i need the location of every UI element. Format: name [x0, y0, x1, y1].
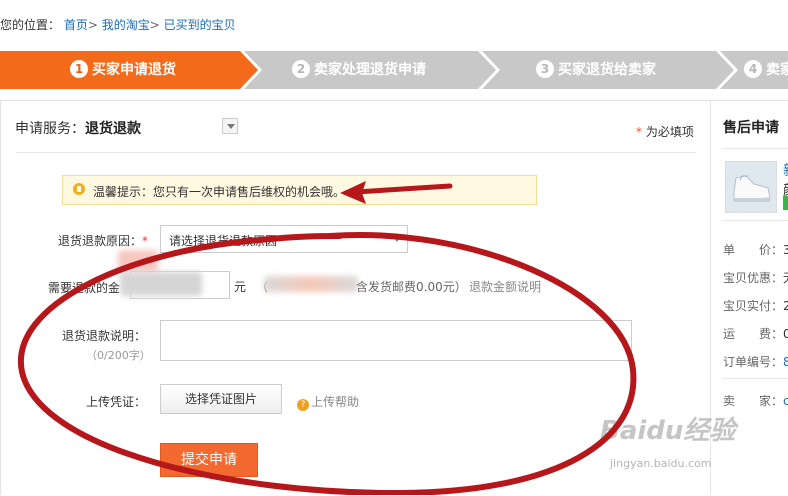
- service-row: 申请服务：退货退款: [15, 118, 141, 138]
- service-label: 申请服务：: [15, 121, 85, 137]
- breadcrumb-my-taobao-link[interactable]: 我的淘宝: [102, 18, 150, 32]
- shipping-fee-text: 含发货邮费0.00元）: [356, 280, 467, 294]
- privacy-blur: [264, 276, 358, 292]
- step-2: 2 卖家处理退货申请: [292, 51, 426, 89]
- service-dropdown-toggle[interactable]: [222, 118, 238, 134]
- sidebar-row-paid: 宝贝实付：2: [723, 297, 788, 314]
- reason-label-text: 退货退款原因：: [58, 234, 143, 248]
- section-divider: [16, 152, 696, 153]
- description-label: 退货退款说明：: [62, 329, 147, 343]
- sidebar-row-label: 卖 家：: [723, 394, 784, 408]
- product-thumbnail[interactable]: [725, 161, 777, 213]
- step-3-label: 买家退货给卖家: [558, 62, 656, 78]
- step-1: 1 买家申请退货: [70, 51, 176, 89]
- sidebar-row-value: 无: [783, 271, 788, 285]
- sidebar-row-label: 运 费：: [723, 327, 784, 341]
- sidebar-divider: [722, 220, 788, 221]
- required-note: * 为必填项: [636, 123, 694, 140]
- required-note-text: 为必填项: [645, 125, 694, 139]
- upload-help-text: 上传帮助: [311, 395, 360, 409]
- step-1-label: 买家申请退货: [92, 62, 176, 78]
- sidebar-row-seller: 卖 家：c: [723, 392, 788, 409]
- breadcrumb-separator: >: [87, 18, 98, 32]
- reason-label: 退货退款原因：*: [58, 232, 148, 249]
- chevron-down-icon: [393, 237, 401, 242]
- step-4-number: 4: [744, 60, 762, 78]
- step-3-number: 3: [536, 60, 554, 78]
- description-char-counter: （0/200字）: [86, 349, 151, 362]
- seller-link[interactable]: c: [783, 394, 788, 408]
- step-4-label: 卖家: [766, 62, 788, 78]
- sidebar-row-value: 2: [783, 299, 788, 313]
- upload-label: 上传凭证：: [86, 395, 147, 409]
- submit-button[interactable]: 提交申请: [160, 443, 258, 477]
- sneaker-image: [726, 162, 776, 212]
- sidebar-row-value: 0: [783, 327, 788, 341]
- order-id-link[interactable]: 8: [783, 355, 788, 369]
- upload-help-link[interactable]: ? 上传帮助: [297, 393, 359, 411]
- product-badge: [783, 196, 788, 210]
- privacy-blur: [118, 250, 158, 272]
- sidebar-row-label: 宝贝优惠：: [723, 271, 784, 285]
- choose-image-button[interactable]: 选择凭证图片: [160, 384, 282, 414]
- amount-label: 需要退款的金: [48, 281, 121, 295]
- sidebar-row-price: 单 价：3: [723, 241, 788, 258]
- reason-select-value: 请选择退货退款原因: [169, 234, 278, 248]
- step-2-number: 2: [292, 60, 310, 78]
- breadcrumb-bought-link[interactable]: 已买到的宝贝: [164, 18, 236, 32]
- sidebar-divider: [722, 378, 788, 379]
- warm-tip-text: 温馨提示：您只有一次申请售后维权的机会哦。: [93, 185, 346, 199]
- sidebar-row-label: 订单编号：: [723, 355, 784, 369]
- sidebar-row-order-id: 订单编号：8: [723, 353, 788, 370]
- baidu-jingyan-watermark: Baidu经验: [600, 416, 736, 446]
- warm-tip-box: 温馨提示：您只有一次申请售后维权的机会哦。: [62, 175, 537, 205]
- step-3: 3 买家退货给卖家: [536, 51, 656, 89]
- step-1-number: 1: [70, 60, 88, 78]
- breadcrumb-home-link[interactable]: 首页: [64, 18, 88, 32]
- breadcrumb: 您的位置： 首页> 我的淘宝> 已买到的宝贝: [0, 16, 236, 33]
- breadcrumb-prefix: 您的位置：: [0, 18, 61, 32]
- step-4: 4 卖家: [744, 51, 788, 89]
- sidebar-divider: [722, 148, 788, 149]
- reason-select[interactable]: 请选择退货退款原因: [160, 225, 408, 253]
- amount-unit: 元: [234, 280, 247, 294]
- lightbulb-icon: [73, 183, 85, 195]
- privacy-blur: [120, 272, 202, 296]
- sidebar-title: 售后申请: [723, 120, 779, 136]
- service-value: 退货退款: [85, 121, 141, 137]
- product-title-link[interactable]: 新: [783, 160, 788, 180]
- sidebar-row-shipping: 运 费：0: [723, 325, 788, 342]
- sidebar-row-label: 单 价：: [723, 243, 784, 257]
- sidebar-row-discount: 宝贝优惠：无: [723, 269, 788, 286]
- reason-required-star: *: [142, 234, 149, 248]
- question-icon: ?: [297, 399, 309, 411]
- breadcrumb-separator: >: [149, 18, 160, 32]
- description-textarea[interactable]: [160, 320, 632, 361]
- sidebar-row-label: 宝贝实付：: [723, 299, 784, 313]
- required-star: *: [636, 125, 642, 139]
- refund-steps: 1 买家申请退货 2 卖家处理退货申请 3 买家退货给卖家 4 卖家: [0, 51, 788, 89]
- sidebar-row-value: 3: [783, 243, 788, 257]
- step-2-label: 卖家处理退货申请: [314, 62, 426, 78]
- refund-amount-help-link[interactable]: 退款金额说明: [469, 278, 541, 295]
- watermark-url: jingyan.baidu.com: [610, 457, 712, 470]
